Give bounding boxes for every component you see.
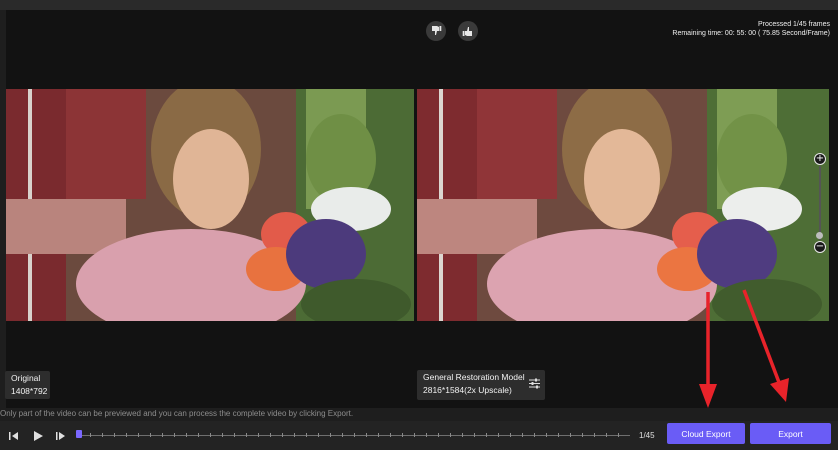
original-info-label: Original 1408*792 — [5, 371, 50, 399]
processed-frames-text: Processed 1/45 frames — [758, 21, 830, 28]
zoom-in-button[interactable]: + — [814, 153, 826, 165]
sliders-icon[interactable] — [529, 378, 540, 389]
previous-frame-button[interactable] — [8, 430, 20, 442]
processing-status: Processed 1/45 frames Remaining time: 00… — [672, 21, 830, 38]
skip-forward-icon — [56, 432, 65, 440]
skip-back-icon — [9, 432, 18, 440]
play-icon — [34, 431, 43, 441]
output-resolution: 2816*1584(2x Upscale) — [423, 385, 512, 395]
thumbs-down-button[interactable] — [426, 21, 446, 41]
frame-timeline[interactable] — [76, 430, 630, 438]
zoom-slider-track[interactable] — [819, 166, 821, 240]
timeline-ticks — [78, 433, 630, 437]
window-top-strip — [0, 0, 838, 10]
export-button[interactable]: Export — [750, 423, 831, 444]
original-preview[interactable] — [6, 89, 414, 321]
original-resolution: 1408*792 — [11, 386, 48, 396]
model-name: General Restoration Model — [423, 372, 525, 382]
enhanced-preview[interactable] — [417, 89, 829, 321]
original-label: Original — [11, 373, 41, 383]
preview-hint-text: Only part of the video can be previewed … — [0, 409, 354, 418]
thumbs-up-icon — [462, 27, 472, 36]
play-button[interactable] — [32, 430, 44, 442]
zoom-slider-handle[interactable] — [816, 232, 823, 239]
cloud-export-button[interactable]: Cloud Export — [667, 423, 745, 444]
original-frame-image — [6, 89, 414, 321]
model-info-label: General Restoration Model 2816*1584(2x U… — [417, 370, 545, 400]
thumbs-up-button[interactable] — [458, 21, 478, 41]
next-frame-button[interactable] — [55, 430, 67, 442]
remaining-time-text: Remaining time: 00: 55: 00 ( 75.85 Secon… — [672, 29, 830, 37]
zoom-out-button[interactable]: − — [814, 241, 826, 253]
timeline-handle[interactable] — [76, 430, 82, 438]
thumbs-down-icon — [432, 26, 442, 35]
enhanced-frame-image — [417, 89, 829, 321]
frame-counter: 1/45 — [639, 431, 655, 440]
